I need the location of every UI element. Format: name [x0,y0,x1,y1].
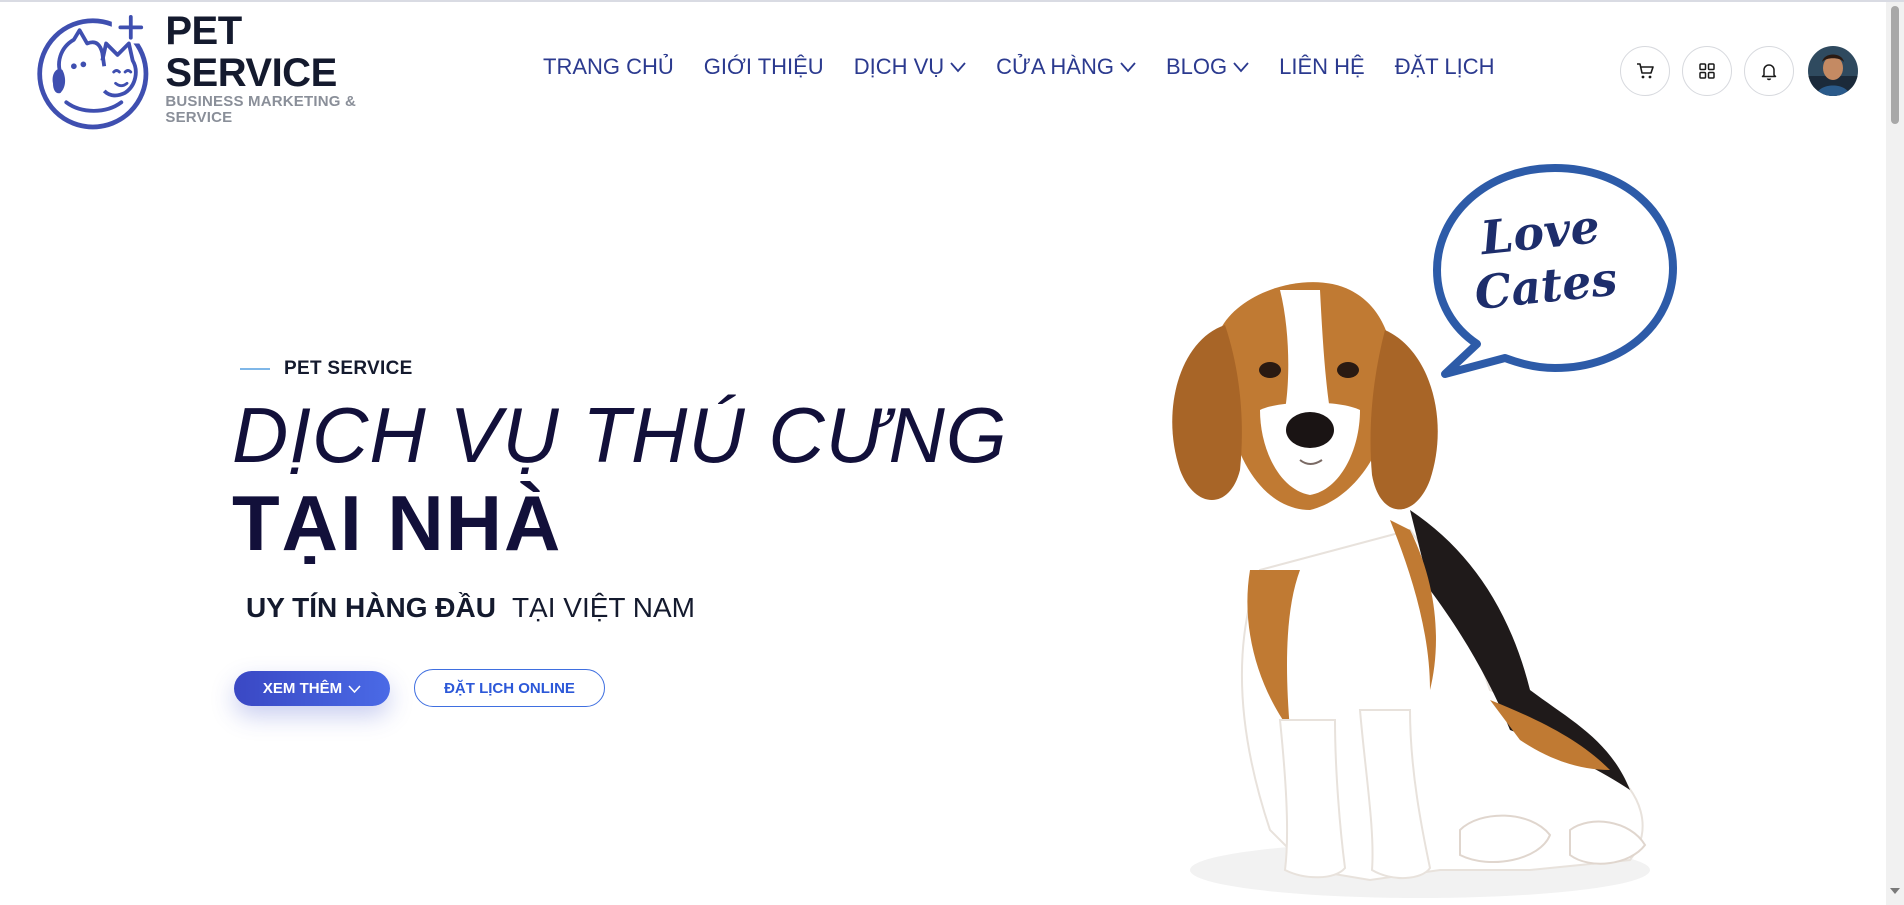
eyebrow-divider [240,368,270,370]
nav-item-label: CỬA HÀNG [996,54,1114,79]
site-logo[interactable]: PET SERVICE BUSINESS MARKETING & SERVICE [34,8,414,134]
book-online-button[interactable]: ĐẶT LỊCH ONLINE [414,669,605,707]
nav-item-label: TRANG CHỦ [543,54,674,79]
hero-headline-line1: DỊCH VỤ THÚ CƯNG [232,391,1008,479]
header-actions [1620,46,1858,96]
scrollbar-track[interactable] [1886,2,1904,905]
nav-item-about[interactable]: GIỚI THIỆU [704,54,824,80]
scrollbar-thumb[interactable] [1891,6,1899,124]
hero-headline-line2: TẠI NHÀ [232,479,563,567]
grid-icon [1699,63,1715,79]
cat-dog-logo-icon [37,15,150,130]
nav-item-services[interactable]: DỊCH VỤ [854,54,966,80]
cart-button[interactable] [1620,46,1670,96]
nav-item-home[interactable]: TRANG CHỦ [543,54,674,80]
hero-tagline: UY TÍN HÀNG ĐẦU TẠI VIỆT NAM [246,592,695,624]
nav-item-label: BLOG [1165,54,1228,79]
eyebrow-text: PET SERVICE [284,358,413,379]
nav-item-label: GIỚI THIỆU [703,54,824,79]
nav-item-booking[interactable]: ĐẶT LỊCH [1395,54,1495,80]
nav-item-label: LIÊN HỆ [1279,54,1365,79]
chevron-down-icon [1120,62,1136,73]
bell-icon [1761,64,1777,81]
chevron-down-icon [950,62,966,73]
logo-text: PET SERVICE BUSINESS MARKETING & SERVICE [165,10,414,126]
nav-item-shop[interactable]: CỬA HÀNG [996,54,1136,80]
site-header: PET SERVICE BUSINESS MARKETING & SERVICE… [0,2,1886,138]
logo-title: PET SERVICE [165,9,337,95]
nav-item-label: DỊCH VỤ [853,54,945,79]
hero-eyebrow: PET SERVICE [240,358,413,380]
main-nav: TRANG CHỦ GIỚI THIỆU DỊCH VỤ CỬA HÀNG BL… [543,54,1525,80]
chevron-down-icon [1233,62,1249,73]
nav-item-contact[interactable]: LIÊN HỆ [1279,54,1365,80]
read-more-label: XEM THÊM [262,680,343,697]
tagline-strong: UY TÍN HÀNG ĐẦU [246,592,496,623]
book-online-label: ĐẶT LỊCH ONLINE [444,679,575,697]
cart-icon [1637,63,1654,79]
avatar-image [1808,46,1858,96]
nav-item-label: ĐẶT LỊCH [1394,54,1495,79]
chevron-down-icon [348,684,361,693]
read-more-button[interactable]: XEM THÊM [234,671,390,706]
tagline-light: TẠI VIỆT NAM [511,592,696,623]
scroll-down-icon[interactable] [1890,888,1900,894]
speech-bubble-text: Love Cates [1463,197,1623,320]
logo-subtitle: BUSINESS MARKETING & SERVICE [165,93,357,126]
notifications-button[interactable] [1744,46,1794,96]
apps-grid-button[interactable] [1682,46,1732,96]
nav-item-blog[interactable]: BLOG [1166,54,1249,80]
user-avatar[interactable] [1808,46,1858,96]
